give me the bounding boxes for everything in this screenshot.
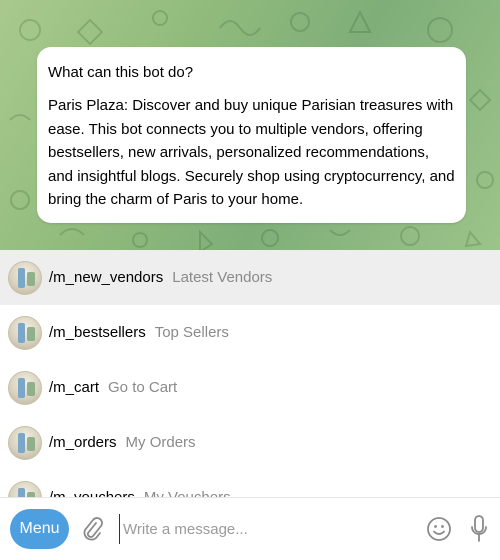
message-input[interactable] <box>119 514 409 544</box>
command-name: /m_orders <box>49 434 117 451</box>
command-name: /m_vouchers <box>49 489 135 497</box>
bot-info-bubble: What can this bot do? Paris Plaza: Disco… <box>37 47 466 223</box>
bot-avatar <box>8 315 42 350</box>
command-name: /m_new_vendors <box>49 269 164 286</box>
command-description: Top Sellers <box>154 324 229 341</box>
microphone-icon[interactable] <box>470 514 488 544</box>
command-description: Latest Vendors <box>172 269 273 286</box>
bot-avatar <box>8 260 42 295</box>
command-item-vouchers[interactable]: /m_vouchers My Vouchers <box>0 470 500 497</box>
command-item-cart[interactable]: /m_cart Go to Cart <box>0 360 500 415</box>
bot-avatar <box>8 425 42 460</box>
bot-avatar <box>8 480 42 497</box>
bot-info-title: What can this bot do? <box>48 64 194 81</box>
command-item-new-vendors[interactable]: /m_new_vendors Latest Vendors <box>0 250 500 305</box>
command-description: My Orders <box>125 434 196 451</box>
emoji-icon[interactable] <box>426 516 452 542</box>
command-list: /m_new_vendors Latest Vendors /m_bestsel… <box>0 250 500 497</box>
bot-avatar <box>8 370 42 405</box>
command-name: /m_cart <box>49 379 100 396</box>
command-name: /m_bestsellers <box>49 324 146 341</box>
bot-info-description: Paris Plaza: Discover and buy unique Par… <box>48 97 455 208</box>
command-description: Go to Cart <box>108 379 178 396</box>
message-composer: Menu <box>0 497 500 560</box>
paperclip-icon[interactable] <box>81 515 103 543</box>
menu-button[interactable]: Menu <box>10 509 69 549</box>
command-description: My Vouchers <box>144 489 231 497</box>
command-item-bestsellers[interactable]: /m_bestsellers Top Sellers <box>0 305 500 360</box>
command-item-orders[interactable]: /m_orders My Orders <box>0 415 500 470</box>
